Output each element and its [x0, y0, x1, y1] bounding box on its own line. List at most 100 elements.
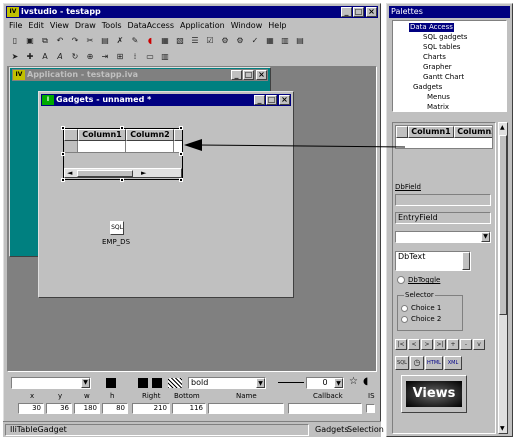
selection-handle[interactable] — [179, 178, 183, 182]
nav-first-button[interactable]: |< — [395, 339, 407, 350]
menu-edit[interactable]: Edit — [25, 20, 47, 32]
w-field[interactable]: 180 — [74, 403, 100, 414]
right-field[interactable]: 210 — [132, 403, 170, 414]
bar-icon[interactable]: ⁞ — [128, 50, 142, 64]
layers-icon[interactable]: ▭ — [143, 50, 157, 64]
datasource-label[interactable]: EMP_DS — [102, 238, 130, 246]
selection-handle[interactable] — [61, 152, 65, 156]
application-titlebar[interactable]: IV Application - testapp.iva _ □ × — [12, 69, 268, 81]
nav-validate-button[interactable]: v — [473, 339, 485, 350]
table-icon[interactable]: ▤ — [293, 34, 307, 48]
close-button[interactable]: × — [366, 7, 377, 17]
save-icon[interactable]: ▣ — [23, 34, 37, 48]
name-field[interactable] — [208, 403, 284, 414]
palette-html-icon[interactable]: HTML — [425, 356, 443, 370]
record-icon[interactable]: ◖ — [143, 34, 157, 48]
gear-icon[interactable]: ⚙ — [218, 34, 232, 48]
delete-icon[interactable]: ✗ — [113, 34, 127, 48]
menu-application[interactable]: Application — [177, 20, 228, 32]
cut-icon[interactable]: ✂ — [83, 34, 97, 48]
selection-handle[interactable] — [120, 126, 124, 130]
scroll-up-icon[interactable]: ▲ — [500, 124, 505, 131]
text-tool-icon[interactable]: A — [38, 50, 52, 64]
palette-combo[interactable]: ▼ — [395, 231, 491, 243]
layout-icon[interactable]: ▥ — [278, 34, 292, 48]
redo-icon[interactable]: ↷ — [68, 34, 82, 48]
tree-item-charts[interactable]: Charts — [423, 53, 446, 62]
rotate-icon[interactable]: ↻ — [68, 50, 82, 64]
nav-remove-button[interactable]: - — [460, 339, 472, 350]
nav-add-button[interactable]: + — [447, 339, 459, 350]
menu-file[interactable]: File — [6, 20, 25, 32]
palette-clock-icon[interactable]: ◷ — [410, 356, 424, 370]
main-titlebar[interactable]: IV ivstudio - testapp _ □ × — [6, 6, 378, 18]
paste-icon[interactable]: ▤ — [98, 34, 112, 48]
selection-handle[interactable] — [61, 126, 65, 130]
palette-dbtext-scroll[interactable] — [462, 252, 470, 270]
y-field[interactable]: 36 — [46, 403, 72, 414]
palette-sql-icon[interactable]: SQL — [395, 356, 409, 370]
tree-item-data-access[interactable]: Data Access — [409, 23, 454, 32]
palette-selector-group[interactable]: Selector Choice 1 Choice 2 — [397, 291, 463, 331]
scroll-right-icon[interactable]: ► — [141, 169, 146, 177]
palette-entryfield[interactable]: EntryField — [395, 212, 491, 224]
column-header-1[interactable]: Column1 — [78, 129, 126, 141]
maximize-button[interactable]: □ — [353, 7, 364, 17]
new-icon[interactable]: ▯ — [8, 34, 22, 48]
palette-xml-icon[interactable]: XML — [444, 356, 462, 370]
app-minimize-button[interactable]: _ — [231, 70, 242, 80]
link-icon[interactable]: ⊕ — [83, 50, 97, 64]
test-icon[interactable]: ⚙ — [233, 34, 247, 48]
menu-draw[interactable]: Draw — [72, 20, 99, 32]
app-maximize-button[interactable]: □ — [243, 70, 254, 80]
tree-item-gadgets[interactable]: Gadgets — [413, 83, 442, 92]
datasource-icon[interactable]: SQL — [110, 221, 124, 235]
radio-icon[interactable] — [401, 316, 408, 323]
menu-view[interactable]: View — [47, 20, 72, 32]
grid-icon[interactable]: ▦ — [158, 34, 172, 48]
split-icon[interactable]: ▥ — [158, 50, 172, 64]
scroll-thumb[interactable] — [77, 170, 133, 177]
star-icon[interactable]: ☆ — [349, 376, 358, 387]
nav-next-button[interactable]: > — [421, 339, 433, 350]
tree-item-grapher[interactable]: Grapher — [423, 63, 452, 72]
x-field[interactable]: 30 — [18, 403, 44, 414]
pacman-icon[interactable]: ◖ — [363, 376, 368, 387]
gadgets-minimize-button[interactable]: _ — [254, 95, 265, 105]
palette-choice2[interactable]: Choice 2 — [411, 315, 441, 323]
menu-window[interactable]: Window — [228, 20, 266, 32]
line-width-dropdown[interactable]: 0 ▼ — [306, 377, 344, 389]
panel-icon[interactable]: ▦ — [263, 34, 277, 48]
scroll-down-icon[interactable]: ▼ — [500, 425, 505, 432]
horizontal-scrollbar[interactable]: ◄ ► — [64, 168, 182, 178]
palette-dbfield-label[interactable]: DbField — [395, 183, 421, 191]
column-header-2[interactable]: Column2 — [126, 129, 174, 141]
image-icon[interactable]: ▧ — [173, 34, 187, 48]
focus-icon[interactable]: ⊞ — [113, 50, 127, 64]
gadgets-titlebar[interactable]: I Gadgets - unnamed * _ □ × — [41, 94, 291, 106]
palette-scroll-thumb[interactable] — [499, 135, 507, 315]
status-selection[interactable]: Selection — [347, 425, 384, 434]
status-gadgets[interactable]: Gadgets — [315, 425, 348, 434]
is-checkbox[interactable] — [366, 404, 375, 413]
views-logo[interactable]: Views — [401, 375, 467, 413]
select-arrow-icon[interactable]: ➤ — [8, 50, 22, 64]
properties-icon[interactable]: ☰ — [188, 34, 202, 48]
tree-item-matrix[interactable]: Matrix — [427, 103, 449, 112]
gadgets-maximize-button[interactable]: □ — [266, 95, 277, 105]
gadgets-close-button[interactable]: × — [279, 95, 290, 105]
menu-tools[interactable]: Tools — [99, 20, 125, 32]
move-icon[interactable]: ✚ — [23, 50, 37, 64]
copy-icon[interactable]: ⧉ — [38, 34, 52, 48]
selection-handle[interactable] — [61, 178, 65, 182]
menu-dataaccess[interactable]: DataAccess — [125, 20, 178, 32]
tree-item-sql-tables[interactable]: SQL tables — [423, 43, 460, 52]
line-style-icon[interactable] — [278, 382, 304, 383]
brush-icon[interactable]: ✎ — [128, 34, 142, 48]
selection-handle[interactable] — [120, 178, 124, 182]
undo-icon[interactable]: ↶ — [53, 34, 67, 48]
palette-tree[interactable]: Data Access SQL gadgets SQL tables Chart… — [392, 20, 507, 112]
compile-icon[interactable]: ✓ — [248, 34, 262, 48]
fill-color-swatch[interactable] — [152, 378, 162, 388]
palette-dbfield[interactable] — [395, 194, 491, 206]
